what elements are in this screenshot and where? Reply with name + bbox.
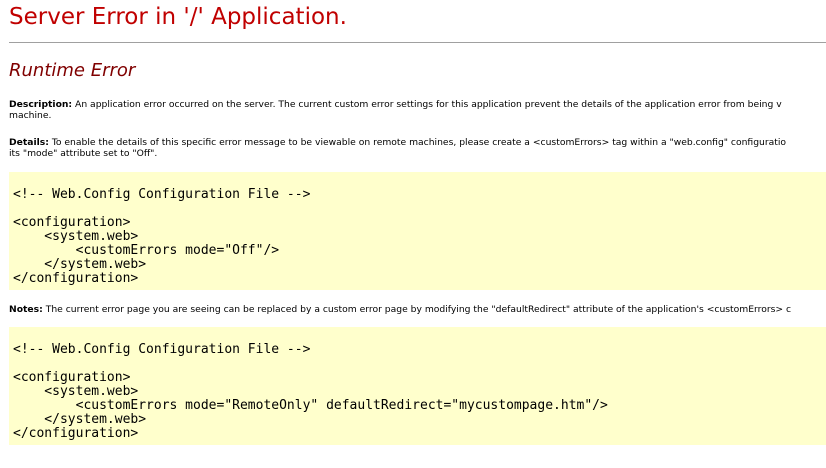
code-line: </configuration> (13, 271, 139, 286)
description-label: Description: (9, 99, 73, 110)
code-line: </system.web> (13, 412, 147, 427)
details-label: Details: (9, 137, 49, 148)
error-subtitle: Runtime Error (9, 60, 136, 81)
description-paragraph: Description: An application error occurr… (9, 99, 826, 121)
notes-label: Notes: (9, 304, 43, 315)
details-paragraph: Details: To enable the details of this s… (9, 137, 826, 159)
description-text-1: An application error occurred on the ser… (75, 99, 782, 110)
notes-text-1: The current error page you are seeing ca… (45, 304, 792, 315)
notes-paragraph: Notes: The current error page you are se… (9, 304, 826, 315)
description-text-2: machine. (9, 110, 52, 121)
code-line: <customErrors mode="Off"/> (13, 243, 280, 258)
code-line: <configuration> (13, 370, 131, 385)
code-line: <system.web> (13, 229, 139, 244)
title-divider (9, 42, 826, 43)
details-line-1: Details: To enable the details of this s… (9, 137, 826, 148)
page-title: Server Error in '/' Application. (9, 4, 347, 30)
details-text-2: its "mode" attribute set to "Off". (9, 148, 158, 159)
error-page: Server Error in '/' Application. Runtime… (0, 0, 826, 468)
code-line: <!-- Web.Config Configuration File --> (13, 342, 311, 357)
code-line: <system.web> (13, 384, 139, 399)
code-line: </configuration> (13, 426, 139, 441)
code-line: <!-- Web.Config Configuration File --> (13, 187, 311, 202)
config-code-block-off: <!-- Web.Config Configuration File --> <c… (9, 172, 826, 290)
code-line: <configuration> (13, 215, 131, 230)
details-text-1: To enable the details of this specific e… (51, 137, 787, 148)
notes-line-1: Notes: The current error page you are se… (9, 304, 826, 315)
config-code-block-remoteonly: <!-- Web.Config Configuration File --> <c… (9, 327, 826, 445)
code-line: </system.web> (13, 257, 147, 272)
code-line: <customErrors mode="RemoteOnly" defaultR… (13, 398, 608, 413)
description-line-1: Description: An application error occurr… (9, 99, 826, 110)
